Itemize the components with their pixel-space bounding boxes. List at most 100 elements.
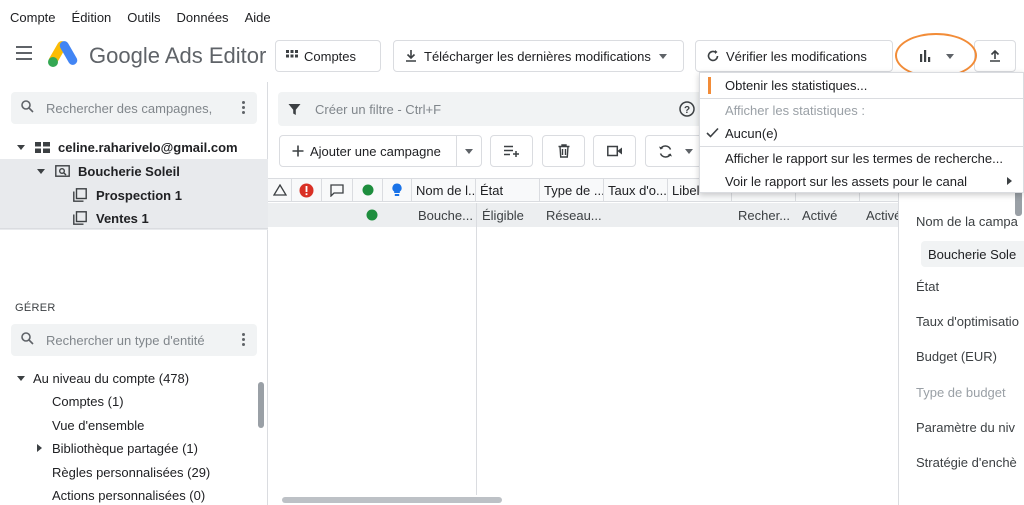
entity-shared-library[interactable]: Bibliothèque partagée (1) [0,437,198,459]
trash-icon [558,144,570,158]
chevron-down-icon[interactable] [658,53,667,59]
column-header-status[interactable]: État [476,179,540,201]
plus-icon [292,145,304,157]
filter-icon [288,103,301,116]
entity-item[interactable]: Règles personnalisées (29) [52,461,210,483]
video-button[interactable] [593,135,636,167]
panel-divider [0,228,268,229]
more-vert-icon[interactable] [242,333,245,348]
cell-enabled[interactable]: Activé [862,203,900,227]
playlist-add-icon [503,145,520,157]
entity-item[interactable]: Actions personnalisées (0) [52,484,205,505]
verify-label: Vérifier les modifications [726,48,867,64]
hamburger-menu-icon[interactable] [16,46,32,60]
column-header-name[interactable]: Nom de l... [412,179,476,201]
accounts-label: Comptes [304,48,357,64]
column-header-opt-score[interactable]: Taux d'o... [604,179,668,201]
filter-placeholder: Créer un filtre - Ctrl+F [315,101,442,117]
entity-list-scrollbar[interactable] [258,382,264,428]
cell-campaign-name[interactable]: Bouche... [414,203,476,227]
campaign-name: Boucherie Soleil [78,163,180,179]
verify-changes-button[interactable]: Vérifier les modifications [695,40,893,72]
tree-campaign-row[interactable]: Boucherie Soleil [0,159,268,183]
warning-triangle-icon[interactable] [268,179,292,201]
menu-item-none[interactable]: Aucun(e) [700,121,1024,145]
budget-label: Budget (EUR) [916,349,997,364]
lightbulb-icon[interactable] [383,179,412,201]
add-campaign-label: Ajouter une campagne [310,143,441,159]
expand-arrow-icon[interactable] [17,144,25,150]
expand-arrow-icon[interactable] [37,168,45,174]
sync-icon [658,144,673,159]
menu-aide[interactable]: Aide [245,10,271,25]
cell-enabled[interactable]: Activé [798,203,860,227]
menu-donnees[interactable]: Données [177,10,229,25]
column-header-type[interactable]: Type de ... [540,179,604,201]
tree-account-row[interactable]: celine.raharivelo@gmail.com [0,135,268,159]
entity-search-placeholder: Rechercher un type d'entité [46,332,205,348]
download-label: Télécharger les dernières modifications [424,48,651,64]
delete-button[interactable] [542,135,585,167]
bid-strategy-label: Stratégie d'enchè [916,455,1017,470]
tree-adgroup-row[interactable]: Ventes 1 [0,206,268,230]
app-title: Google Ads Editor [89,43,267,68]
add-multiple-button[interactable] [490,135,533,167]
search-icon [21,332,34,348]
chevron-down-icon[interactable] [685,148,693,154]
tree-adgroup-row[interactable]: Prospection 1 [0,183,268,207]
menu-header-show-statistics: Afficher les statistiques : [725,102,865,118]
apps-grid-icon [286,50,298,62]
expand-arrow-icon[interactable] [37,444,42,452]
column-divider [476,203,477,495]
menu-outils[interactable]: Outils [127,10,160,25]
table-row[interactable]: Bouche... Éligible Réseau... Recher... A… [268,203,900,227]
entity-item[interactable]: Comptes (1) [52,390,124,412]
campaign-search-placeholder: Rechercher des campagnes, ... [46,100,216,116]
campaign-name-field[interactable]: Boucherie Sole [921,241,1024,267]
download-changes-button[interactable]: Télécharger les dernières modifications [393,40,684,72]
entity-search-input[interactable]: Rechercher un type d'entité [11,324,257,356]
accounts-button[interactable]: Comptes [275,40,381,72]
level-param-label: Paramètre du niv [916,420,1015,435]
download-icon [404,49,418,63]
cell-type[interactable]: Réseau... [542,203,604,227]
upload-icon [988,49,1002,63]
menu-item-get-statistics[interactable]: Obtenir les statistiques... [700,73,1024,97]
video-camera-icon [606,145,623,157]
check-icon [706,127,719,138]
account-email: celine.raharivelo@gmail.com [58,139,238,155]
filter-input[interactable]: Créer un filtre - Ctrl+F ? [278,92,712,126]
grid-horizontal-scrollbar[interactable] [282,497,502,503]
export-button[interactable] [974,40,1016,72]
help-icon[interactable]: ? [679,101,695,117]
account-level-label: Au niveau du compte (478) [33,370,190,386]
budget-type-label: Type de budget [916,385,1006,400]
edit-panel-scrollbar[interactable] [1015,190,1022,216]
cell-network[interactable]: Recher... [734,203,796,227]
entity-item[interactable]: Vue d'ensemble [52,414,144,436]
sync-button[interactable] [645,135,705,167]
manage-section-title: GÉRER [15,302,56,314]
add-campaign-button[interactable]: Ajouter une campagne [279,135,482,167]
campaign-search-input[interactable]: Rechercher des campagnes, ... [11,92,257,124]
status-dot-icon[interactable] [353,179,383,201]
menu-edition[interactable]: Édition [72,10,112,25]
menu-compte[interactable]: Compte [10,10,56,25]
more-vert-icon[interactable] [242,101,245,116]
search-icon [21,100,34,116]
menu-item-assets-report[interactable]: Voir le rapport sur les assets pour le c… [700,169,1024,193]
status-label: État [916,279,940,294]
comment-icon[interactable] [322,179,353,201]
expand-arrow-icon[interactable] [17,375,25,381]
menu-bar: Compte Édition Outils Données Aide [0,0,1024,34]
entity-account-level[interactable]: Au niveau du compte (478) [0,367,189,389]
entity-item-label: Bibliothèque partagée (1) [52,440,198,456]
adgroup-name: Ventes 1 [96,210,149,226]
chevron-down-icon[interactable] [465,149,473,154]
cell-status[interactable]: Éligible [478,203,540,227]
menu-item-search-terms-report[interactable]: Afficher le rapport sur les termes de re… [700,146,1024,170]
campaign-name-label: Nom de la campa [916,214,1018,229]
assets-report-label: Voir le rapport sur les assets pour le c… [725,173,968,189]
submenu-arrow-icon [1007,177,1012,185]
error-icon[interactable] [292,179,322,201]
